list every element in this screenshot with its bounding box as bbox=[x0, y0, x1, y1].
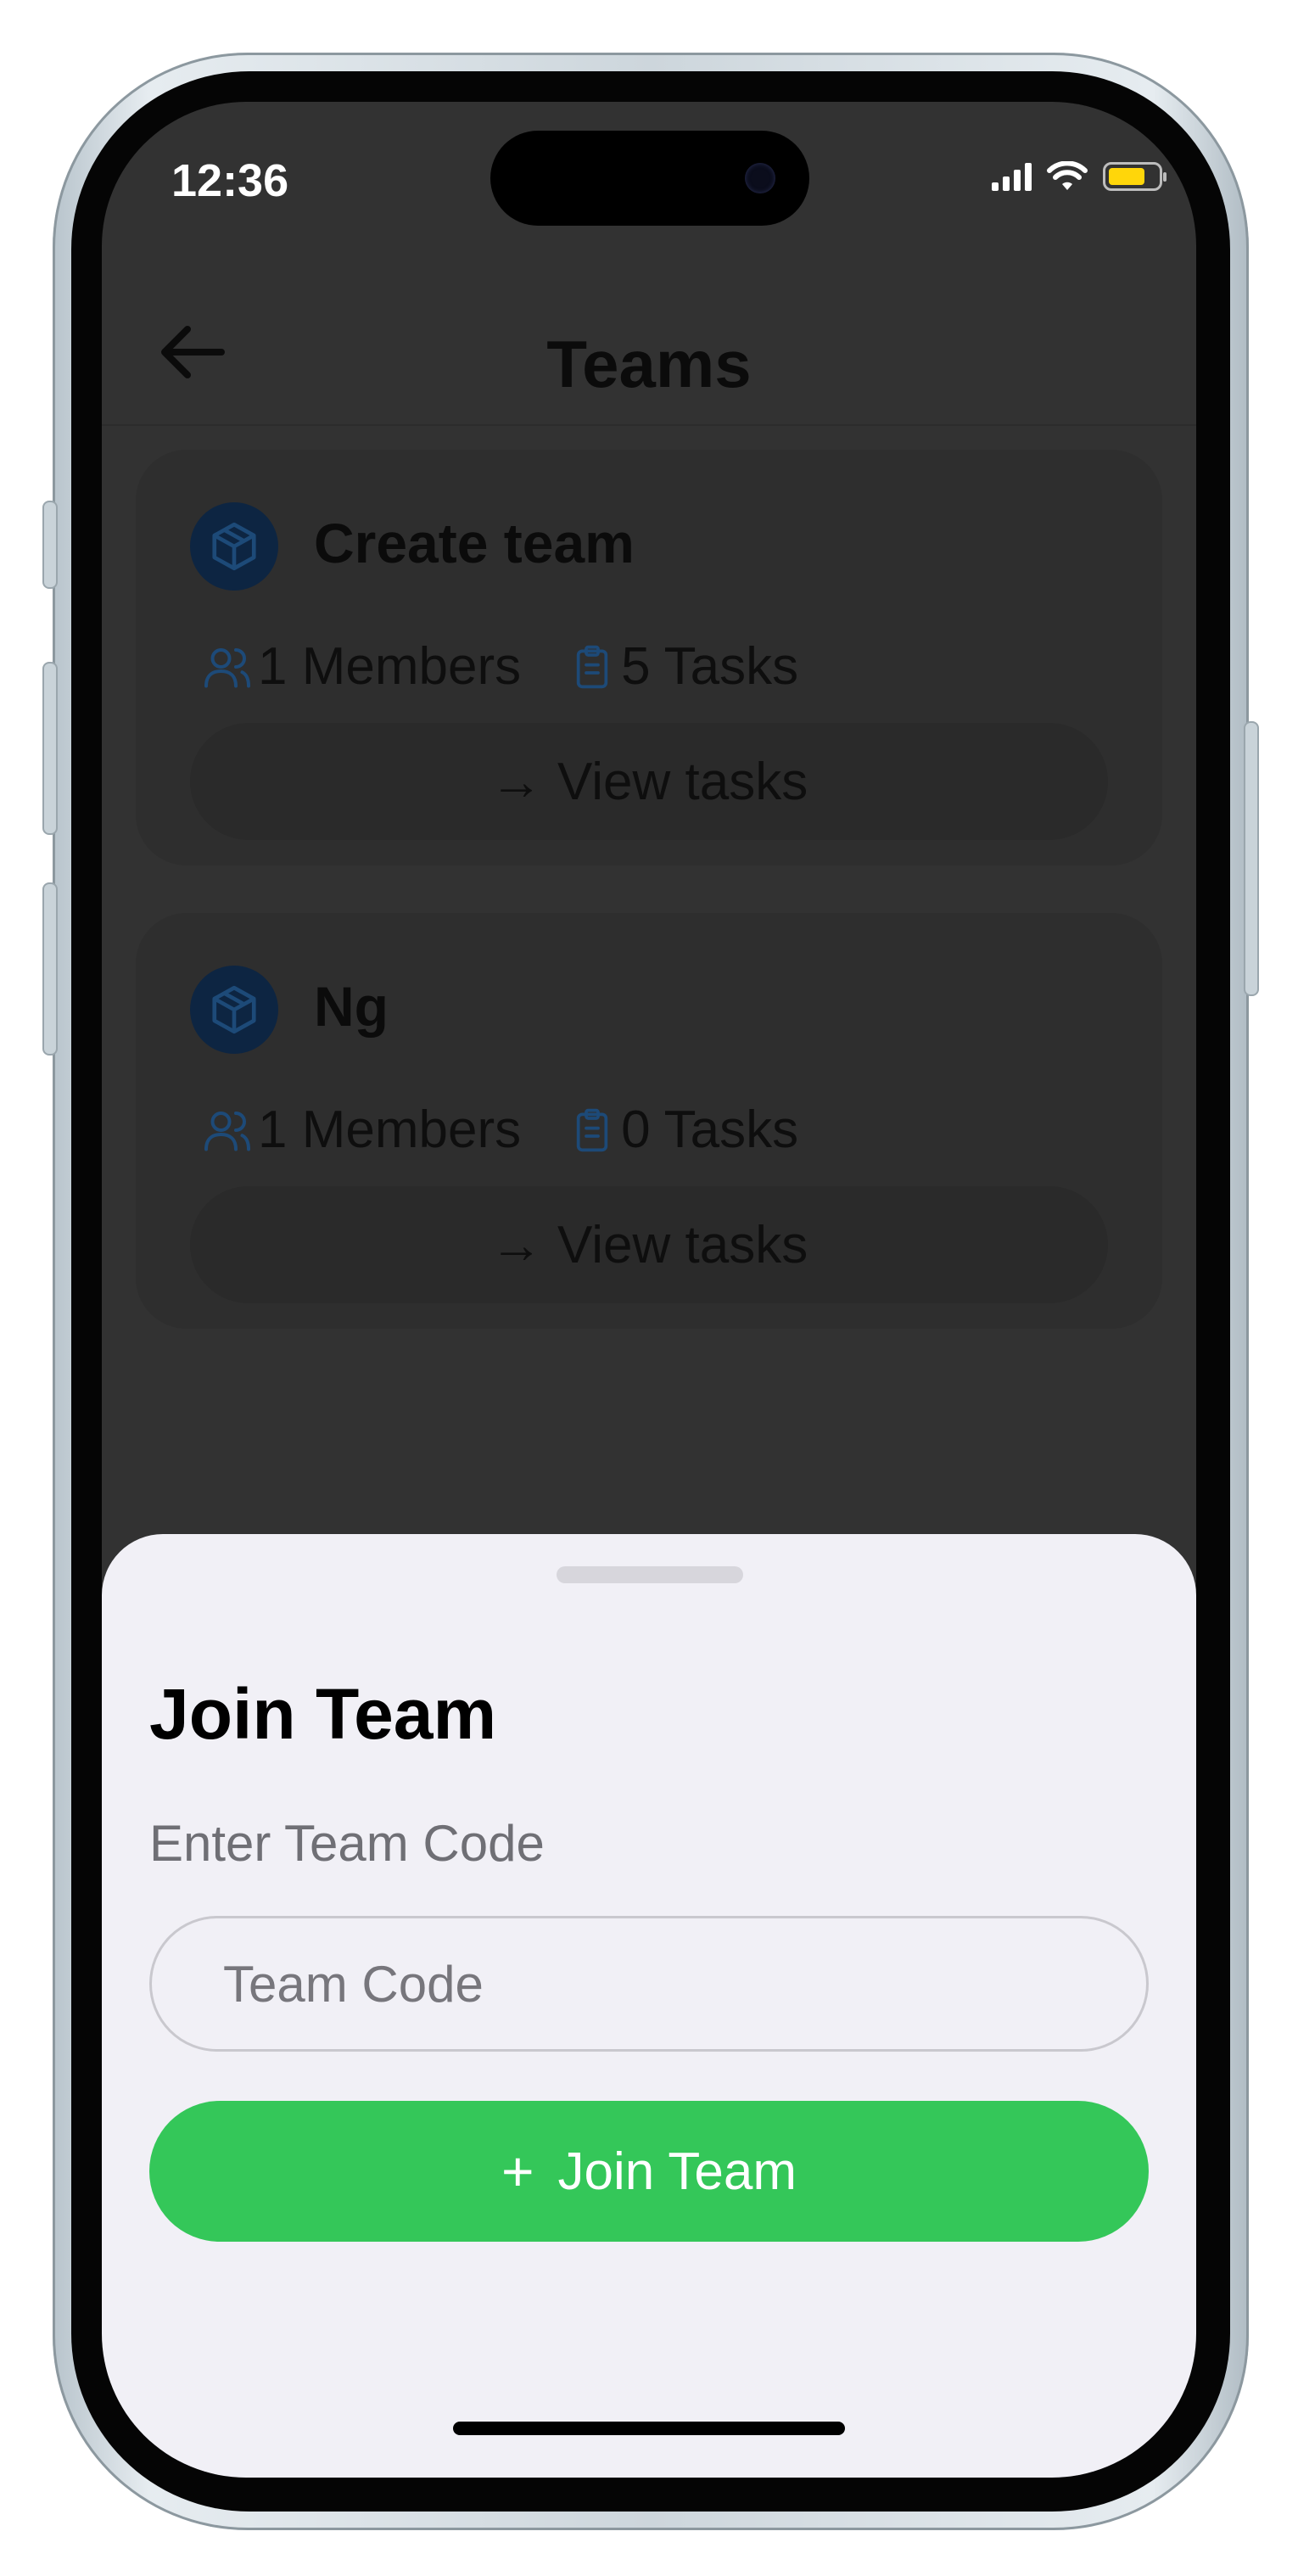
action-button bbox=[42, 501, 58, 589]
sheet-grabber[interactable] bbox=[557, 1566, 743, 1583]
team-code-input[interactable] bbox=[149, 1916, 1149, 2052]
tasks-count: 5 Tasks bbox=[621, 637, 799, 696]
navigation-bar: Teams bbox=[102, 272, 1196, 426]
volume-up-button bbox=[42, 662, 58, 835]
team-card: Create team 1 Members 5 Tasks → View tas… bbox=[136, 450, 1162, 865]
battery-level bbox=[1109, 168, 1144, 185]
team-avatar bbox=[190, 966, 278, 1054]
front-camera bbox=[745, 163, 775, 193]
tasks-stat: 0 Tasks bbox=[568, 1100, 798, 1160]
view-tasks-button[interactable]: → View tasks bbox=[190, 723, 1108, 840]
battery-icon bbox=[1103, 162, 1167, 191]
screen: 12:36 Teams Create team 1 Members 5 Task… bbox=[102, 102, 1196, 2478]
members-stat: 1 Members bbox=[202, 1100, 521, 1160]
clipboard-icon bbox=[576, 1108, 608, 1151]
join-team-button-label: Join Team bbox=[557, 2142, 797, 2201]
clipboard-icon bbox=[576, 645, 608, 688]
team-card: Ng 1 Members 0 Tasks → View tasks bbox=[136, 913, 1162, 1329]
home-indicator[interactable] bbox=[453, 2422, 845, 2435]
team-name: Create team bbox=[314, 512, 635, 574]
join-team-sheet: Join Team Enter Team Code + Join Team bbox=[102, 1534, 1196, 2478]
status-icons bbox=[992, 161, 1167, 192]
status-time: 12:36 bbox=[171, 155, 289, 206]
team-name: Ng bbox=[314, 975, 389, 1038]
box-icon bbox=[212, 985, 256, 1034]
users-icon bbox=[204, 647, 250, 687]
cellular-signal-icon bbox=[992, 162, 1032, 191]
tasks-stat: 5 Tasks bbox=[568, 636, 798, 697]
power-button bbox=[1244, 721, 1259, 996]
members-stat: 1 Members bbox=[202, 636, 521, 697]
volume-down-button bbox=[42, 882, 58, 1056]
plus-icon: + bbox=[501, 2140, 534, 2203]
dynamic-island bbox=[490, 131, 809, 226]
team-stats: 1 Members 5 Tasks bbox=[202, 636, 846, 697]
team-avatar bbox=[190, 502, 278, 591]
members-count: 1 Members bbox=[258, 637, 522, 696]
members-count: 1 Members bbox=[258, 1100, 522, 1159]
join-team-button[interactable]: + Join Team bbox=[149, 2101, 1149, 2242]
team-code-label: Enter Team Code bbox=[149, 1815, 545, 1872]
page-title: Teams bbox=[546, 327, 752, 401]
view-tasks-button[interactable]: → View tasks bbox=[190, 1186, 1108, 1303]
users-icon bbox=[204, 1111, 250, 1151]
box-icon bbox=[212, 522, 256, 571]
sheet-title: Join Team bbox=[149, 1674, 497, 1754]
status-bar: 12:36 bbox=[102, 102, 1196, 272]
tasks-count: 0 Tasks bbox=[621, 1100, 799, 1159]
wifi-icon bbox=[1047, 161, 1088, 190]
team-stats: 1 Members 0 Tasks bbox=[202, 1100, 846, 1160]
